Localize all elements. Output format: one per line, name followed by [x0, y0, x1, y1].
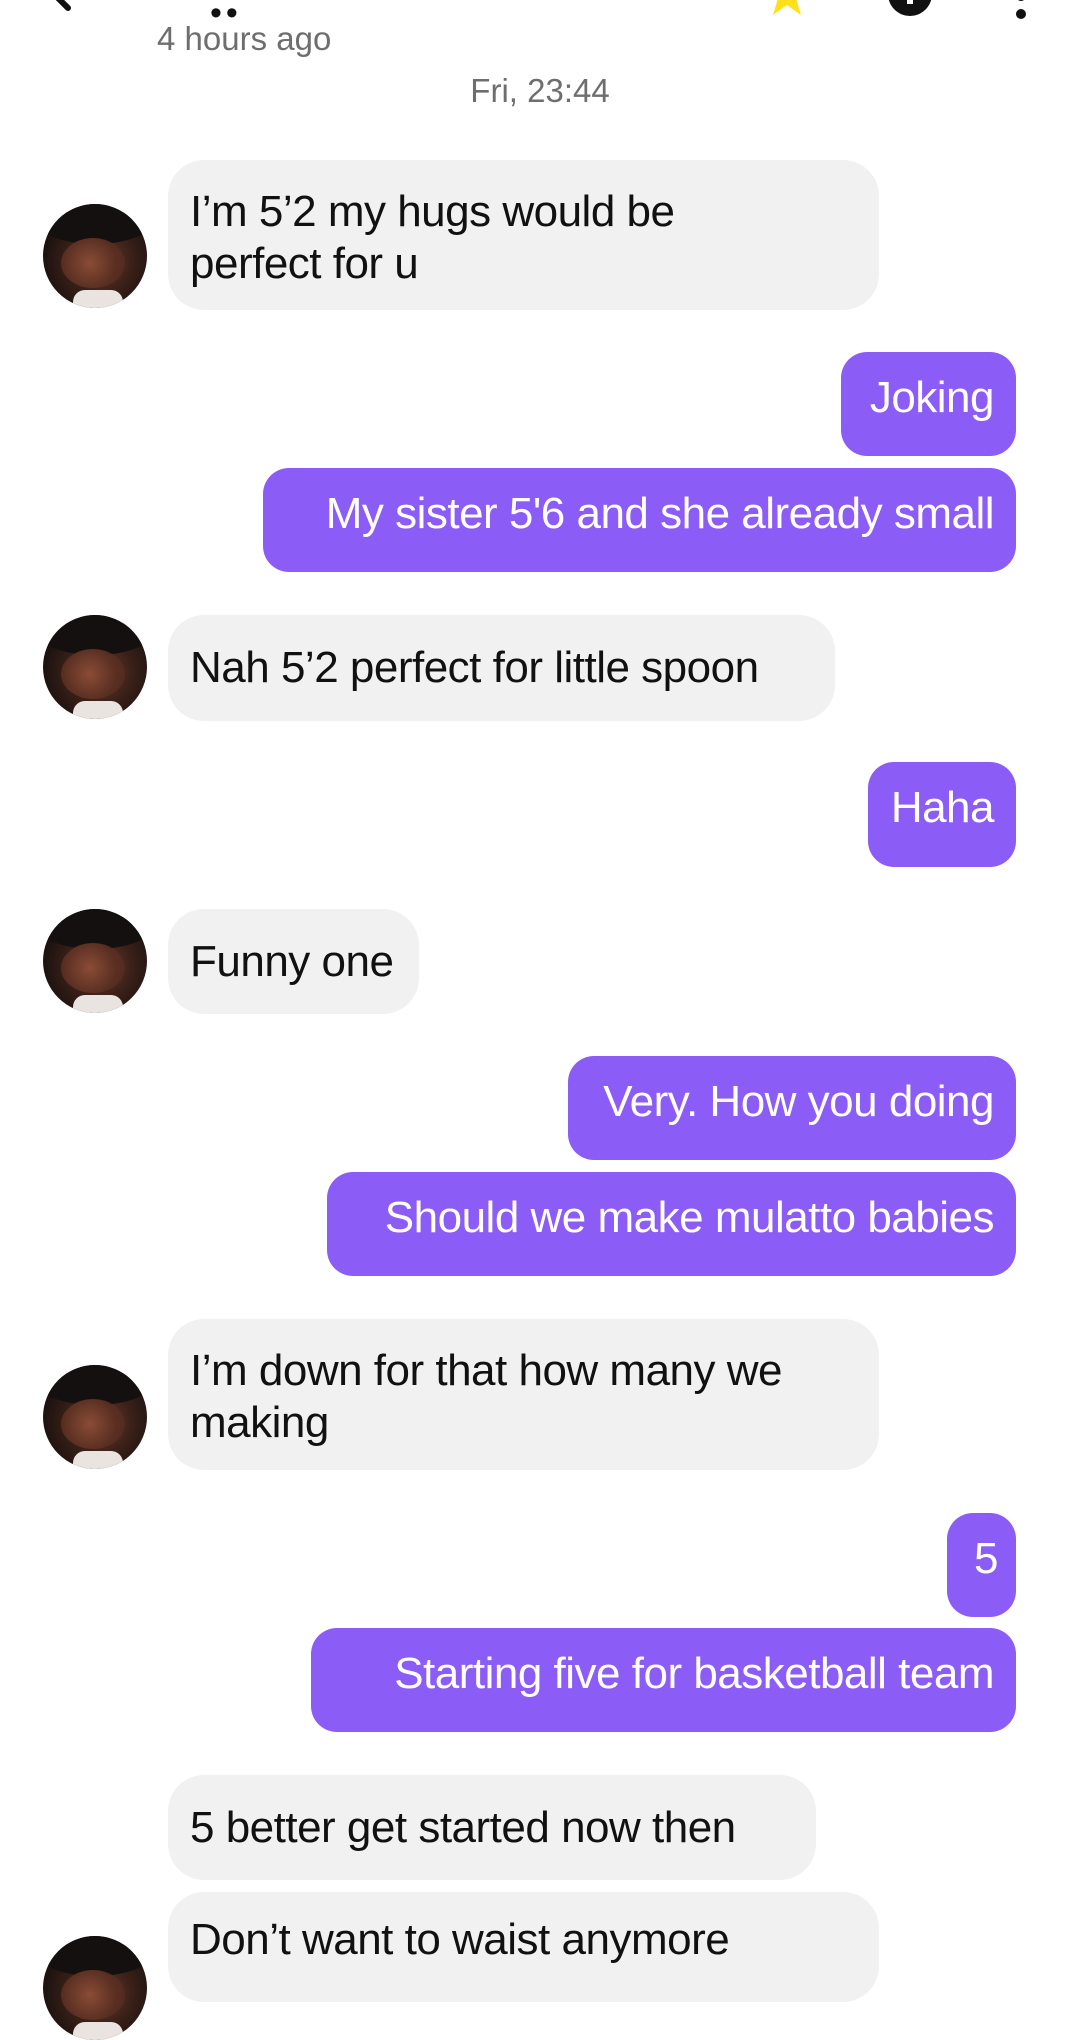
outgoing-message[interactable]: Very. How you doing [568, 1056, 1016, 1160]
incoming-message[interactable]: Don’t want to waist anymore [168, 1892, 879, 2002]
incoming-message[interactable]: I’m 5’2 my hugs would be perfect for u [168, 160, 879, 310]
contact-avatar[interactable] [43, 909, 147, 1013]
outgoing-message[interactable]: My sister 5'6 and she already small [263, 468, 1016, 572]
last-seen-status: 4 hours ago [157, 20, 332, 57]
incoming-message[interactable]: Funny one [168, 909, 419, 1014]
outgoing-message[interactable]: Starting five for basketball team [311, 1628, 1016, 1732]
back-arrow-icon[interactable] [40, 0, 100, 20]
contact-avatar[interactable] [43, 1365, 147, 1469]
incoming-message[interactable]: I’m down for that how many we making [168, 1319, 879, 1470]
contact-avatar[interactable] [43, 204, 147, 308]
more-options-icon[interactable] [1006, 0, 1036, 20]
outgoing-message[interactable]: Haha [868, 762, 1016, 867]
info-icon[interactable] [886, 0, 934, 18]
star-icon[interactable] [762, 0, 812, 20]
date-separator: Fri, 23:44 [470, 72, 610, 109]
chat-header: •• 4 hours ago [0, 0, 1080, 70]
incoming-message[interactable]: Nah 5’2 perfect for little spoon [168, 615, 835, 721]
outgoing-message[interactable]: Joking [841, 352, 1016, 456]
contact-avatar[interactable] [43, 615, 147, 719]
incoming-message[interactable]: 5 better get started now then [168, 1775, 816, 1880]
outgoing-message[interactable]: Should we make mulatto babies [327, 1172, 1016, 1276]
contact-avatar[interactable] [43, 1936, 147, 2040]
outgoing-message[interactable]: 5 [947, 1513, 1016, 1617]
